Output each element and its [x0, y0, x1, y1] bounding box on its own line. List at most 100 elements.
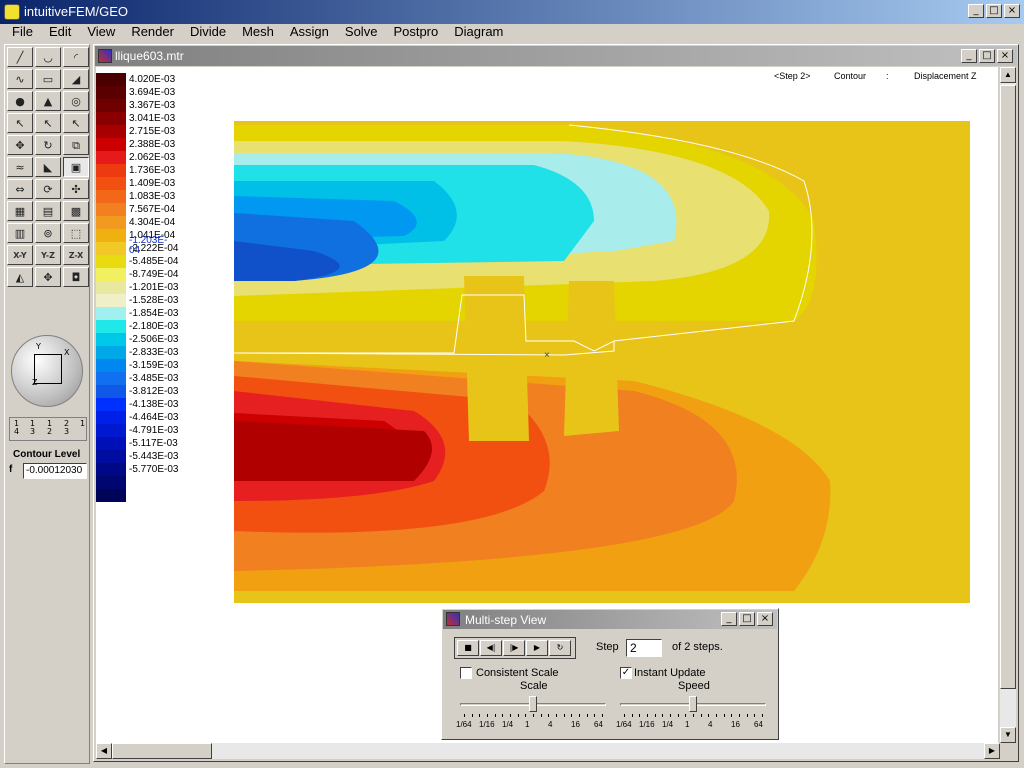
slider-tick-label: 64 [594, 720, 603, 729]
cone-tool-button[interactable]: ▲ [35, 91, 61, 111]
select-edge-button[interactable]: ↖ [35, 113, 61, 133]
minimize-button[interactable]: _ [968, 4, 984, 18]
legend-swatch [96, 112, 126, 125]
rectangle-tool-button[interactable]: ▭ [35, 69, 61, 89]
scroll-up-button[interactable]: ▲ [1000, 67, 1016, 83]
contour-select-button[interactable]: ▣ [63, 157, 89, 177]
solid-box-button[interactable]: ▩ [63, 201, 89, 221]
msv-restore-button[interactable]: □ [739, 612, 755, 626]
legend-swatch [96, 411, 126, 424]
step-back-button[interactable]: ◀| [480, 640, 502, 656]
legend-label: -3.159E-03 [129, 360, 179, 371]
play-pause-button[interactable]: |▶ [503, 640, 525, 656]
menu-edit[interactable]: Edit [41, 22, 79, 42]
zoom-all-button[interactable]: ✥ [35, 267, 61, 287]
torus-tool-button[interactable]: ◎ [63, 91, 89, 111]
menu-divide[interactable]: Divide [182, 22, 234, 42]
slider-tick [716, 714, 717, 717]
menu-solve[interactable]: Solve [337, 22, 386, 42]
sweep-tool-button[interactable]: ◣ [35, 157, 61, 177]
curve-tool-button[interactable]: ◜ [63, 47, 89, 67]
speed-label: Speed [678, 680, 710, 692]
doc-minimize-button[interactable]: _ [961, 49, 977, 63]
legend-label: -2.833E-03 [129, 347, 179, 358]
contour-level-label: Contour Level [13, 449, 81, 460]
speed-slider[interactable]: 1/64 1/16 1/4 1 4 16 64 [616, 693, 766, 733]
stop-button[interactable]: ■ [457, 640, 479, 656]
select-tool-button[interactable]: ↖ [7, 113, 33, 133]
menu-mesh[interactable]: Mesh [234, 22, 282, 42]
spline-tool-button[interactable]: ∿ [7, 69, 33, 89]
menu-postpro[interactable]: Postpro [385, 22, 446, 42]
wave-tool-button[interactable]: ≈ [7, 157, 33, 177]
scroll-down-button[interactable]: ▼ [1000, 727, 1016, 743]
slider-tick [624, 714, 625, 717]
horizontal-scrollbar[interactable]: ◀ ▶ [96, 743, 1000, 759]
wave-tool-icon: ≈ [15, 160, 25, 174]
scroll-thumb[interactable] [1000, 85, 1016, 689]
orbit-view-button[interactable]: ⊚ [35, 223, 61, 243]
view-zx-button[interactable]: Z-X [63, 245, 89, 265]
loop-button[interactable]: ↻ [549, 640, 571, 656]
slider-tick-label: 64 [754, 720, 763, 729]
msv-close-button[interactable]: × [757, 612, 773, 626]
arc-tool-button[interactable]: ◡ [35, 47, 61, 67]
slider-tick [525, 714, 527, 717]
rotate-view-button[interactable]: ⟳ [35, 179, 61, 199]
doc-restore-button[interactable]: □ [979, 49, 995, 63]
vertical-scrollbar[interactable]: ▲ ▼ [1000, 67, 1016, 743]
fit-view-button[interactable]: ◭ [7, 267, 33, 287]
ratio-top: 1 [80, 419, 86, 428]
contour-plot[interactable]: × [234, 121, 970, 603]
legend-label: -3.485E-03 [129, 373, 179, 384]
slider-tick [654, 714, 656, 717]
scroll-left-button[interactable]: ◀ [96, 743, 112, 759]
center-view-button[interactable]: ◘ [63, 267, 89, 287]
sphere-tool-button[interactable]: ● [7, 91, 33, 111]
legend-label: 3.367E-03 [129, 100, 176, 111]
restore-button[interactable]: □ [986, 4, 1002, 18]
ratio-bottom: 3 [64, 427, 70, 436]
consistent-scale-checkbox[interactable] [460, 667, 472, 679]
surface-tool-button[interactable]: ◢ [63, 69, 89, 89]
close-button[interactable]: × [1004, 4, 1020, 18]
slider-knob[interactable] [529, 696, 537, 712]
slider-knob[interactable] [689, 696, 697, 712]
rotate-node-button[interactable]: ↻ [35, 135, 61, 155]
perspective-view-button[interactable]: ⬚ [63, 223, 89, 243]
view-xy-button[interactable]: X-Y [7, 245, 33, 265]
instant-update-checkbox[interactable]: ✓ [620, 667, 632, 679]
menu-render[interactable]: Render [123, 22, 182, 42]
menu-diagram[interactable]: Diagram [446, 22, 511, 42]
play-button[interactable]: ▶ [526, 640, 548, 656]
legend-label: 4.020E-03 [129, 74, 176, 85]
select-face-button[interactable]: ↖ [63, 113, 89, 133]
scale-node-button[interactable]: ⧉ [63, 135, 89, 155]
pan-view-button[interactable]: ✣ [63, 179, 89, 199]
view-yz-button[interactable]: Y-Z [35, 245, 61, 265]
translate-view-button[interactable]: ⇔ [7, 179, 33, 199]
scale-slider[interactable]: 1/64 1/16 1/4 1 4 16 64 [456, 693, 606, 733]
scroll-right-button[interactable]: ▶ [984, 743, 1000, 759]
view-orientation-globe[interactable]: Y X Z [11, 335, 83, 407]
menu-file[interactable]: File [4, 22, 41, 42]
sweep-tool-icon: ◣ [43, 160, 53, 174]
step-ratio-bar[interactable]: 14 13 12 23 1 [9, 417, 87, 441]
legend-label: -5.443E-03 [129, 451, 179, 462]
doc-close-button[interactable]: × [997, 49, 1013, 63]
wire-box-button[interactable]: ▤ [35, 201, 61, 221]
msv-minimize-button[interactable]: _ [721, 612, 737, 626]
move-node-button[interactable]: ✥ [7, 135, 33, 155]
legend-label: 7.567E-04 [129, 204, 176, 215]
menu-assign[interactable]: Assign [282, 22, 337, 42]
select-edge-icon: ↖ [43, 116, 53, 130]
contour-level-input[interactable]: -0.00012030 [23, 463, 87, 479]
line-tool-button[interactable]: ╱ [7, 47, 33, 67]
slider-tick-label: 1/4 [662, 720, 674, 729]
step-input[interactable]: 2 [626, 639, 662, 657]
hscroll-thumb[interactable] [112, 743, 212, 759]
mesh-box-button[interactable]: ▥ [7, 223, 33, 243]
document-titlebar: llique603.mtr _ □ × [95, 46, 1017, 66]
box-view-button[interactable]: ▦ [7, 201, 33, 221]
menu-view[interactable]: View [79, 22, 123, 42]
